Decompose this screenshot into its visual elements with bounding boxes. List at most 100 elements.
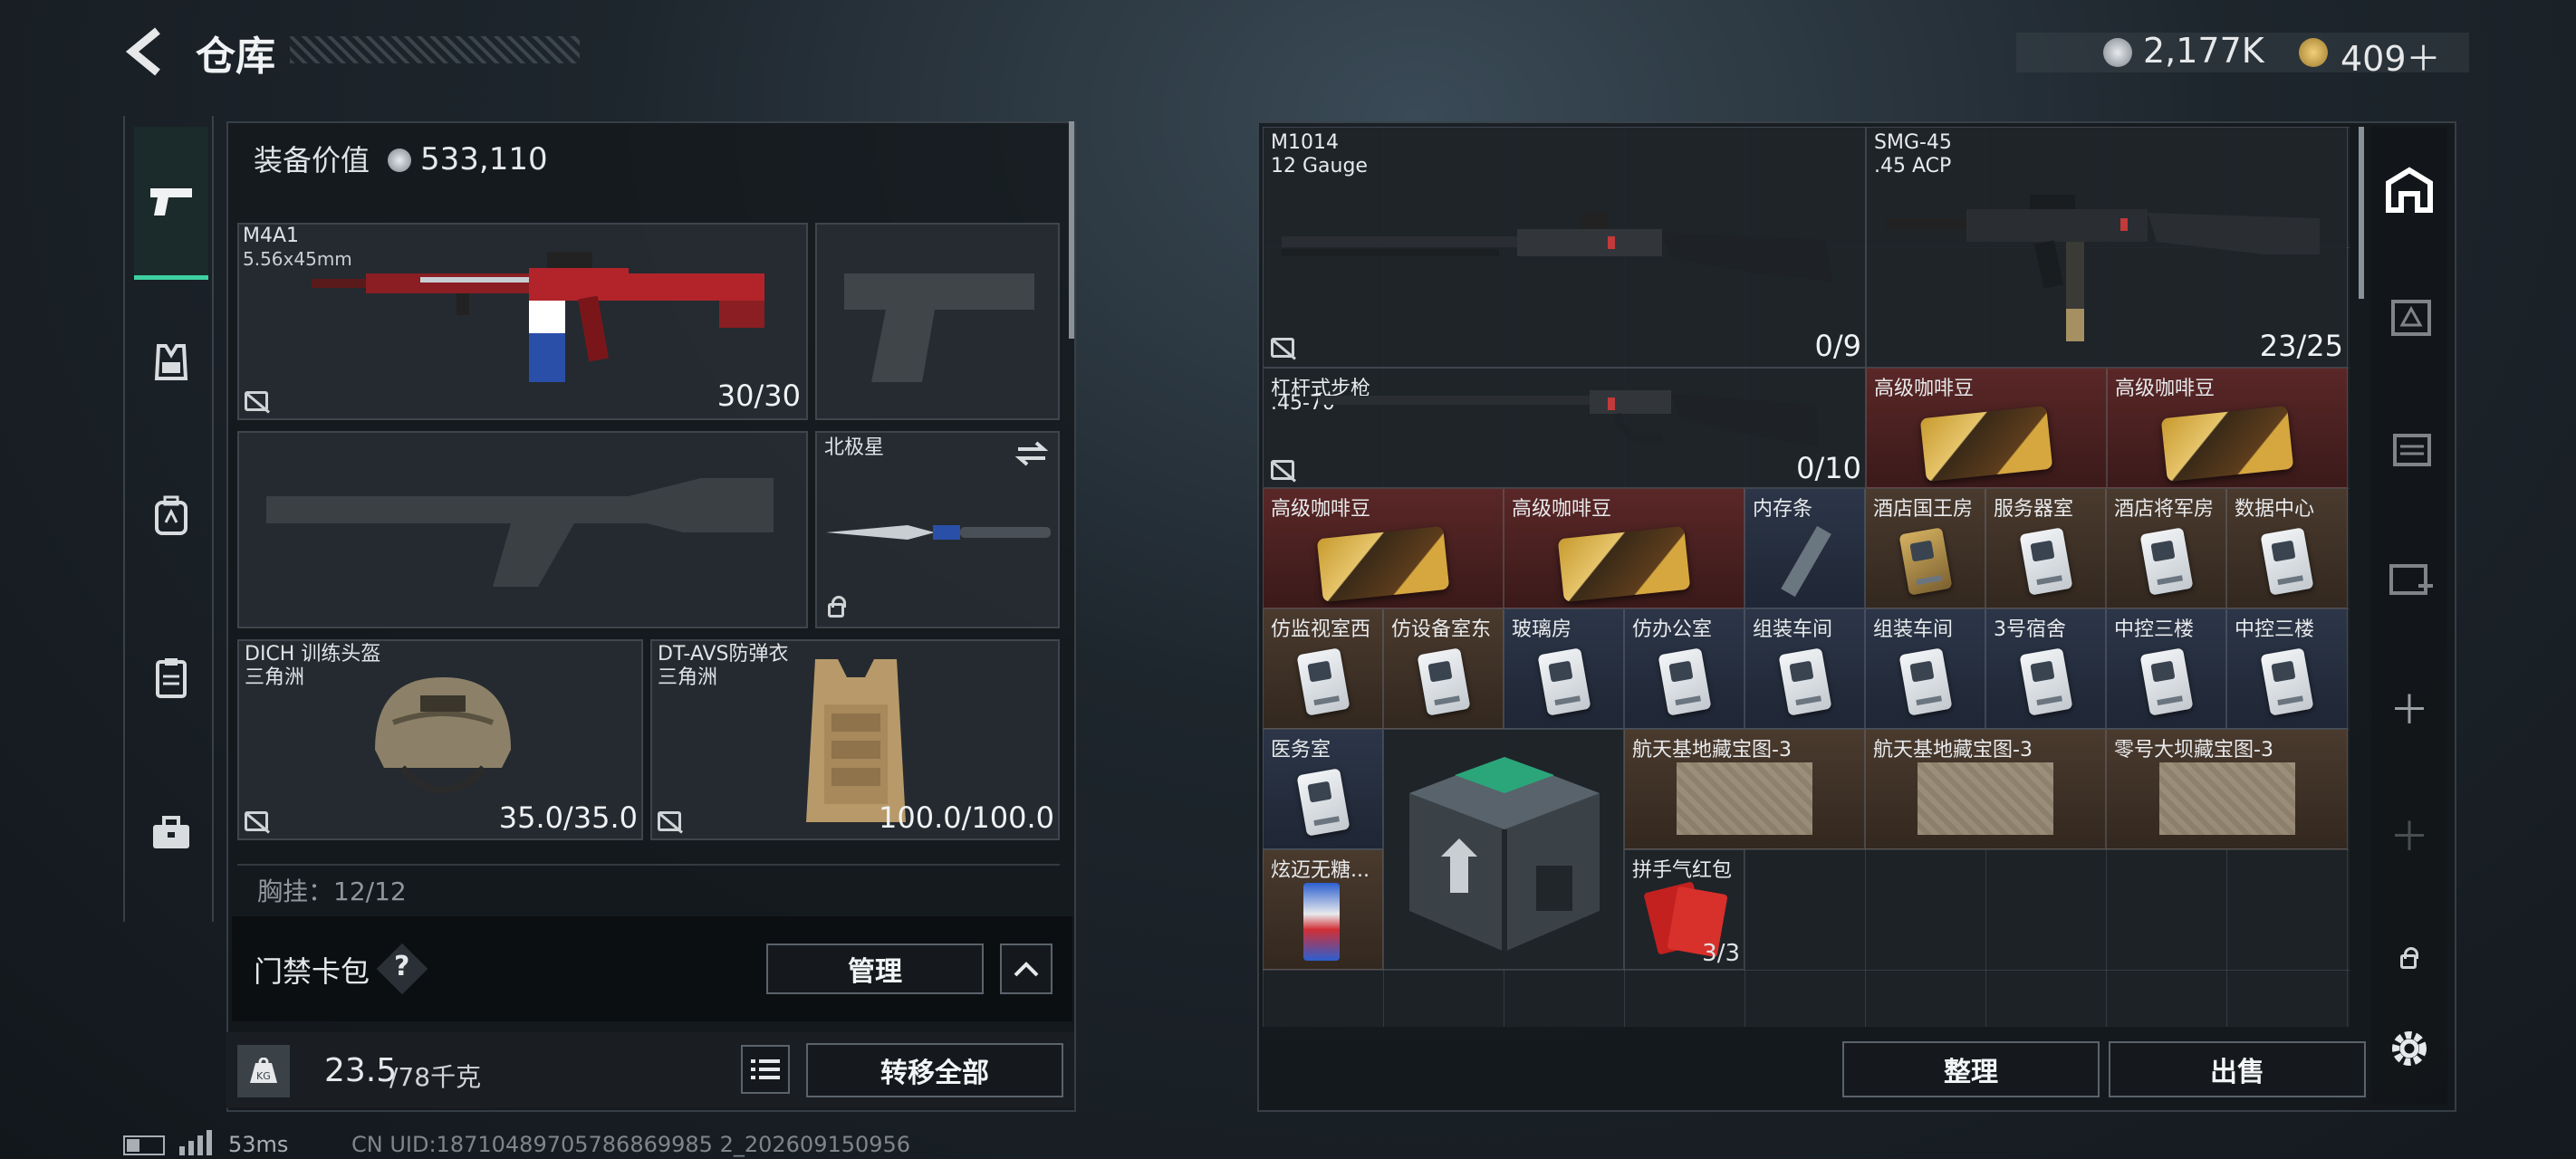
weight-icon: KG [237, 1045, 290, 1097]
item-name: 中控三楼 [2235, 618, 2315, 641]
add-storage-plus-icon[interactable]: ＋ [2377, 679, 2442, 733]
weight-max: /78千克 [389, 1062, 482, 1092]
item-caliber: 12 Gauge [1271, 155, 1368, 177]
melee-slot[interactable]: 北极星 [815, 431, 1060, 628]
ram-stick-image [1781, 525, 1831, 598]
back-button[interactable] [123, 25, 165, 78]
item-name: 高级咖啡豆 [1271, 498, 1371, 521]
sort-button[interactable]: 整理 [1842, 1041, 2100, 1097]
item-supply-crate[interactable] [1383, 729, 1624, 970]
panel-scrollbar[interactable] [1069, 121, 1074, 339]
map-image [1918, 761, 2053, 835]
settings-gear-icon[interactable] [2377, 1021, 2442, 1076]
item-keycard-medical[interactable]: 医务室 [1263, 729, 1383, 849]
sell-button[interactable]: 出售 [2109, 1041, 2366, 1097]
no-bag-icon [1271, 460, 1296, 483]
item-smg45[interactable]: SMG-45 .45 ACP 23/25 [1866, 127, 2348, 368]
item-name: 仿监视室西 [1271, 618, 1371, 641]
manage-button[interactable]: 管理 [766, 943, 984, 994]
title-stripe [290, 36, 580, 63]
item-keycard-hotel-king[interactable]: 酒店国王房 [1865, 488, 1985, 608]
item-name: 酒店国王房 [1873, 498, 1974, 521]
list-icon [751, 1059, 780, 1079]
item-keycard-glass[interactable]: 玻璃房 [1504, 608, 1624, 729]
item-coffee-beans[interactable]: 高级咖啡豆 [1866, 368, 2107, 488]
secondary-rifle-slot[interactable] [237, 431, 808, 628]
no-bag-icon [1271, 338, 1296, 360]
item-keycard-central[interactable]: 中控三楼 [2106, 608, 2226, 729]
collapse-button[interactable] [1000, 943, 1053, 994]
pistol-silhouette-icon [844, 273, 1034, 382]
add-storage-plus-icon[interactable]: ＋ [2377, 806, 2442, 860]
item-keycard-central[interactable]: 中控三楼 [2226, 608, 2348, 729]
item-treasure-map-dam[interactable]: 零号大坝藏宝图-3 [2106, 729, 2348, 849]
item-name: 医务室 [1271, 739, 1331, 761]
primary-weapon-slot[interactable]: M4A1 5.56x45mm 30/30 [237, 223, 808, 420]
item-keycard-hotel-general[interactable]: 酒店将军房 [2106, 488, 2226, 608]
list-view-button[interactable] [741, 1045, 790, 1094]
item-name: 数据中心 [2235, 498, 2315, 521]
storage-tab-2-icon[interactable] [2377, 290, 2442, 344]
chest-rig-label: 胸挂：12/12 [257, 876, 407, 905]
item-ram[interactable]: 内存条 [1745, 488, 1865, 608]
storage-tab-home-icon[interactable] [2377, 163, 2442, 217]
helmet-slot[interactable]: DICH 训练头盔 三角洲 35.0/35.0 [237, 639, 643, 840]
item-keycard-fake-equip[interactable]: 仿设备室东 [1383, 608, 1504, 729]
storage-tab-add-icon[interactable] [2377, 551, 2442, 605]
secondary-weapon-slot[interactable] [815, 223, 1060, 420]
premium-amount[interactable]: 409＋ [2341, 31, 2441, 81]
item-keycard-assembly[interactable]: 组装车间 [1865, 608, 1985, 729]
item-coffee-beans[interactable]: 高级咖啡豆 [1504, 488, 1745, 608]
helmet-name: DICH 训练头盔 [245, 643, 381, 666]
item-treasure-map-aerospace[interactable]: 航天基地藏宝图-3 [1865, 729, 2106, 849]
item-keycard-assembly[interactable]: 组装车间 [1745, 608, 1865, 729]
item-keycard-dorm3[interactable]: 3号宿舍 [1985, 608, 2106, 729]
swap-icon[interactable] [1014, 440, 1049, 467]
item-ammo: 23/25 [2259, 329, 2343, 363]
nav-briefcase-icon[interactable] [134, 806, 208, 860]
item-keycard-service[interactable]: 服务器室 [1985, 488, 2106, 608]
item-keycard-fake-monitor[interactable]: 仿监视室西 [1263, 608, 1383, 729]
gum-pack-image [1303, 883, 1340, 961]
nav-vest-icon[interactable] [134, 335, 208, 389]
item-name: 玻璃房 [1512, 618, 1572, 641]
no-bag-icon [245, 391, 270, 414]
transfer-all-button[interactable]: 转移全部 [806, 1043, 1063, 1097]
item-name: 拼手气红包 [1632, 859, 1733, 882]
keycard-image [2260, 526, 2314, 596]
item-treasure-map-aerospace[interactable]: 航天基地藏宝图-3 [1624, 729, 1865, 849]
rifle-silhouette-icon [266, 478, 774, 587]
item-name: 组装车间 [1873, 618, 1954, 641]
chevron-up-icon [1014, 962, 1039, 977]
item-name: 服务器室 [1994, 498, 2074, 521]
coffee-bag-image [1919, 405, 2053, 482]
item-coffee-beans[interactable]: 高级咖啡豆 [2107, 368, 2348, 488]
nav-weapons-tab[interactable] [134, 127, 208, 280]
storage-tab-4-icon[interactable] [2377, 420, 2442, 474]
chest-rig-row[interactable]: 胸挂：12/12 [237, 864, 1060, 904]
item-keycard-fake-office[interactable]: 仿办公室 [1624, 608, 1745, 729]
helmet-sub: 三角洲 [245, 666, 305, 689]
item-name: SMG-45 [1874, 131, 1952, 154]
armor-sub: 三角洲 [658, 666, 718, 689]
item-lever-rifle[interactable]: 杠杆式步枪 .45-70 0/10 [1263, 368, 1866, 488]
armor-slot[interactable]: DT-AVS防弹衣 三角洲 100.0/100.0 [650, 639, 1060, 840]
coin-icon [388, 148, 411, 172]
keycard-image [2018, 526, 2073, 596]
nav-container-icon[interactable] [134, 650, 208, 704]
pistol-icon [150, 188, 192, 216]
keycard-image [1777, 647, 1832, 716]
item-m1014[interactable]: M1014 12 Gauge 0/9 [1263, 127, 1866, 368]
item-ammo: 0/10 [1796, 451, 1861, 485]
item-name: M1014 [1271, 131, 1339, 154]
item-count: 3/3 [1702, 940, 1740, 967]
grid-scrollbar[interactable] [2359, 127, 2364, 299]
nav-backpack-icon[interactable] [134, 489, 208, 543]
keycard-image [1898, 647, 1953, 716]
item-red-packet[interactable]: 拼手气红包 3/3 [1624, 849, 1745, 970]
item-gum[interactable]: 炫迈无糖... [1263, 849, 1383, 970]
map-image [1677, 761, 1812, 835]
lock-icon [2400, 947, 2418, 969]
item-keycard-datacenter[interactable]: 数据中心 [2226, 488, 2348, 608]
item-coffee-beans[interactable]: 高级咖啡豆 [1263, 488, 1504, 608]
